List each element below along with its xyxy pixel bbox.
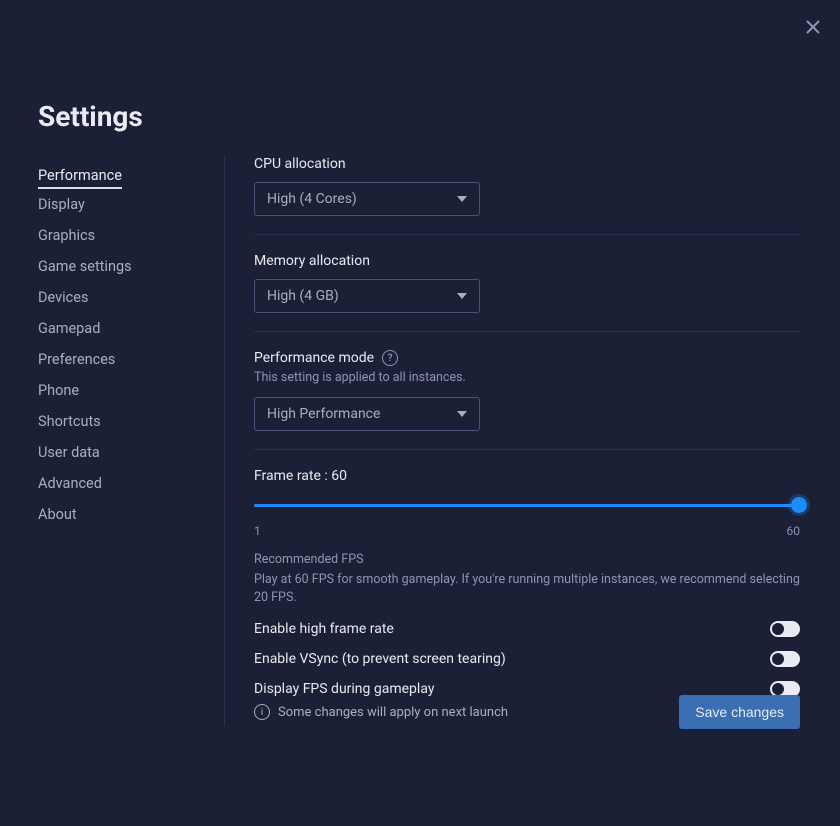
enable-vsync-toggle[interactable] <box>770 651 800 667</box>
sidebar-item-gamepad[interactable]: Gamepad <box>38 313 198 344</box>
chevron-down-icon <box>457 293 467 299</box>
performance-mode-select[interactable]: High Performance <box>254 397 480 431</box>
recommended-fps-text: Play at 60 FPS for smooth gameplay. If y… <box>254 571 800 607</box>
memory-allocation-select[interactable]: High (4 GB) <box>254 279 480 313</box>
divider <box>254 234 800 235</box>
memory-allocation-value: High (4 GB) <box>267 288 339 304</box>
cpu-allocation-select[interactable]: High (4 Cores) <box>254 182 480 216</box>
sidebar-item-shortcuts[interactable]: Shortcuts <box>38 406 198 437</box>
restart-warning: i Some changes will apply on next launch <box>254 704 508 720</box>
sidebar-item-advanced[interactable]: Advanced <box>38 468 198 499</box>
divider <box>254 331 800 332</box>
memory-allocation-label: Memory allocation <box>254 253 800 269</box>
slider-min: 1 <box>254 524 261 538</box>
slider-max: 60 <box>787 524 801 538</box>
toggle-knob <box>772 683 784 695</box>
sidebar-item-graphics[interactable]: Graphics <box>38 220 198 251</box>
slider-thumb[interactable] <box>791 497 807 513</box>
divider <box>254 449 800 450</box>
chevron-down-icon <box>457 411 467 417</box>
help-icon[interactable]: ? <box>382 350 398 366</box>
enable-high-frame-rate-toggle[interactable] <box>770 621 800 637</box>
info-icon: i <box>254 704 270 720</box>
settings-main: CPU allocation High (4 Cores) Memory all… <box>254 156 800 697</box>
settings-window: Settings Performance Display Graphics Ga… <box>0 0 840 826</box>
performance-mode-hint: This setting is applied to all instances… <box>254 370 800 385</box>
sidebar-item-display[interactable]: Display <box>38 189 198 220</box>
save-changes-button[interactable]: Save changes <box>679 695 800 729</box>
sidebar-item-game-settings[interactable]: Game settings <box>38 251 198 282</box>
toggle-knob <box>772 653 784 665</box>
slider-scale: 1 60 <box>254 524 800 538</box>
vertical-divider <box>224 156 225 726</box>
sidebar-item-user-data[interactable]: User data <box>38 437 198 468</box>
cpu-allocation-value: High (4 Cores) <box>267 191 357 207</box>
sidebar-item-about[interactable]: About <box>38 499 198 530</box>
sidebar-item-performance[interactable]: Performance <box>38 160 122 189</box>
cpu-allocation-label: CPU allocation <box>254 156 800 172</box>
chevron-down-icon <box>457 196 467 202</box>
enable-vsync-label: Enable VSync (to prevent screen tearing) <box>254 651 506 667</box>
frame-rate-label: Frame rate : 60 <box>254 468 800 484</box>
frame-rate-slider[interactable] <box>254 494 800 520</box>
close-icon <box>806 20 820 34</box>
restart-warning-text: Some changes will apply on next launch <box>278 705 508 720</box>
sidebar-item-preferences[interactable]: Preferences <box>38 344 198 375</box>
settings-footer: i Some changes will apply on next launch… <box>254 695 800 729</box>
page-title: Settings <box>38 100 143 133</box>
slider-track <box>254 504 800 507</box>
settings-sidebar: Performance Display Graphics Game settin… <box>38 160 198 530</box>
performance-mode-value: High Performance <box>267 406 380 422</box>
close-button[interactable] <box>804 18 822 36</box>
performance-mode-label: Performance mode <box>254 350 374 366</box>
enable-high-frame-rate-label: Enable high frame rate <box>254 621 394 637</box>
toggle-knob <box>772 623 784 635</box>
recommended-fps-title: Recommended FPS <box>254 552 800 567</box>
sidebar-item-devices[interactable]: Devices <box>38 282 198 313</box>
sidebar-item-phone[interactable]: Phone <box>38 375 198 406</box>
